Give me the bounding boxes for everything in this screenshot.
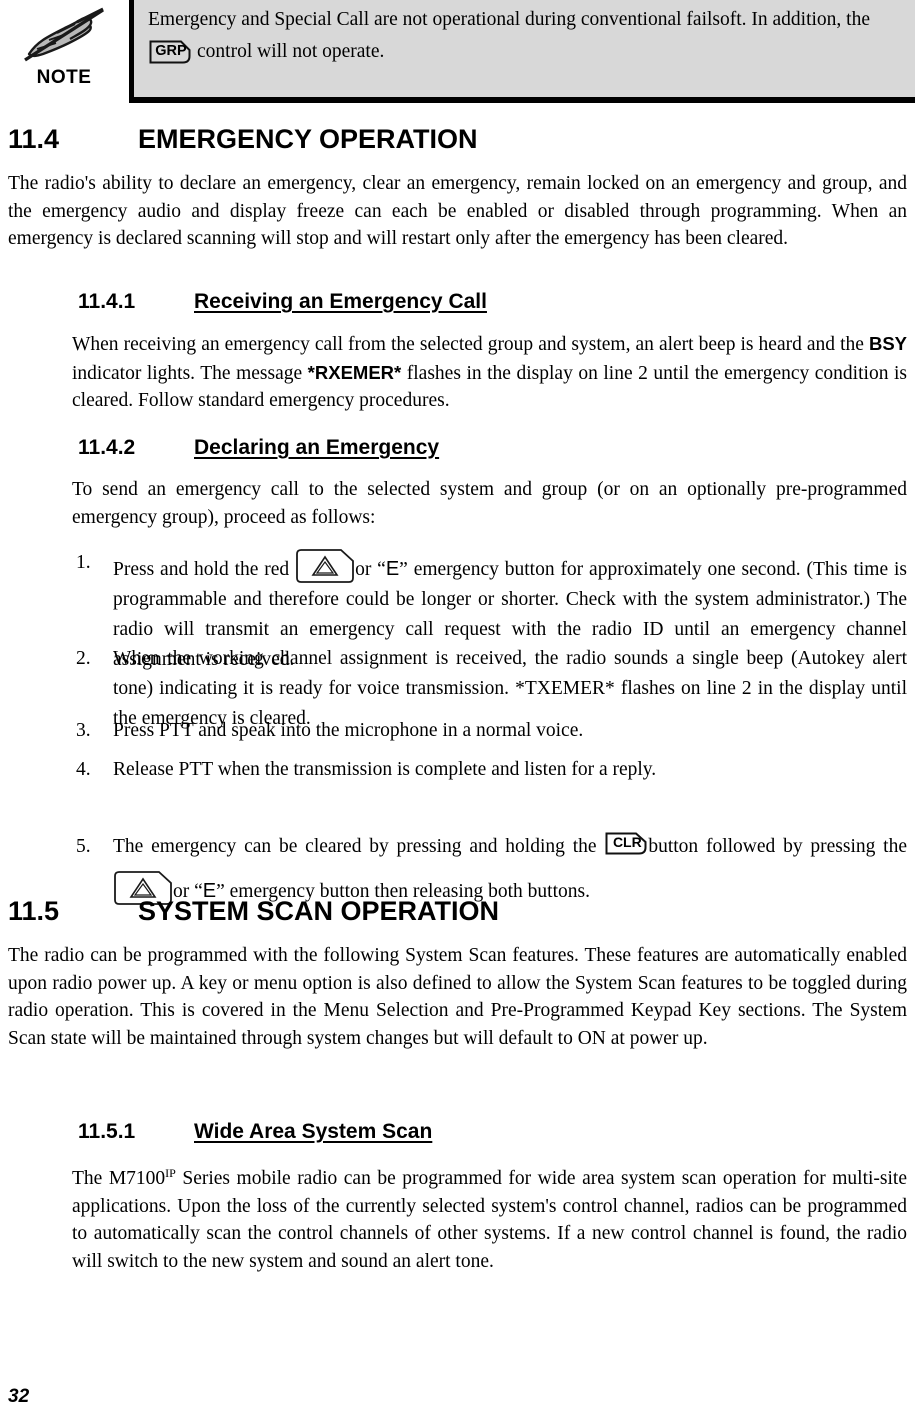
heading-11-5-1: 11.5.1 Wide Area System Scan [78, 1120, 432, 1144]
step1-e-label: E [385, 558, 400, 580]
step5-part1: The emergency can be cleared by pressing… [113, 836, 597, 857]
list-item-number: 3. [76, 720, 91, 741]
p1151-superscript-ip: IP [165, 1166, 176, 1180]
heading-11-4-1: 11.4.1 Receiving an Emergency Call [78, 290, 487, 314]
step5-part2: button followed by pressing the [648, 836, 908, 857]
note-text-line1: Emergency and Special Call are not opera… [148, 9, 871, 30]
step1-part1: Press and hold the red [113, 559, 290, 580]
list-item-text: Press PTT and speak into the microphone … [113, 720, 584, 741]
note-text-line2: GRP control will not operate. [134, 30, 915, 65]
paragraph-11-4-1: When receiving an emergency call from th… [72, 330, 907, 415]
paragraph-11-4: The radio's ability to declare an emerge… [8, 173, 907, 249]
heading-11-5: 11.5 SYSTEM SCAN OPERATION [8, 896, 499, 927]
heading-11-4-title: EMERGENCY OPERATION [138, 124, 478, 154]
p1141-bold-rxemer: *RXEMER* [307, 361, 402, 383]
list-item-number: 2. [76, 648, 91, 669]
list-item: 3. Press PTT and speak into the micropho… [0, 716, 907, 746]
p1141-part1: When receiving an emergency call from th… [72, 334, 864, 355]
note-bottom-rule [129, 97, 915, 103]
hand-writing-crossed-out-icon [12, 6, 116, 66]
p1141-part2: indicator lights. The message [72, 362, 303, 384]
note-body: Emergency and Special Call are not opera… [129, 0, 915, 97]
heading-11-4-1-title: Receiving an Emergency Call [194, 290, 487, 313]
list-item-number: 4. [76, 759, 91, 780]
grp-key-icon: GRP [148, 39, 192, 65]
heading-11-4: 11.4 EMERGENCY OPERATION [8, 124, 478, 155]
note-text-after-key: control will not operate. [197, 40, 385, 62]
p1151-part2: Series mobile radio can be programmed fo… [72, 1168, 908, 1272]
list-item: 4. Release PTT when the transmission is … [0, 755, 907, 785]
page-number: 32 [8, 1386, 30, 1407]
heading-11-4-number: 11.4 [8, 124, 60, 154]
p1141-bold-bsy: BSY [868, 333, 907, 354]
heading-11-5-1-title: Wide Area System Scan [194, 1120, 433, 1143]
note-icon-column: NOTE [12, 6, 116, 89]
heading-11-4-2-number: 11.4.2 [78, 436, 136, 459]
paragraph-11-4-2-intro: To send an emergency call to the selecte… [72, 479, 907, 528]
heading-11-4-1-number: 11.4.1 [78, 290, 136, 313]
paragraph-11-5-1: The M7100IP Series mobile radio can be p… [72, 1160, 907, 1275]
clr-key-label: CLR [612, 833, 642, 850]
heading-11-4-2-title: Declaring an Emergency [194, 436, 440, 459]
heading-11-4-2: 11.4.2 Declaring an Emergency [78, 436, 439, 460]
step1-part2: or “ [355, 559, 386, 580]
document-page: { "note": { "label": "NOTE", "icon": "ha… [0, 0, 915, 1420]
heading-11-5-1-number: 11.5.1 [78, 1120, 136, 1143]
list-item-number: 1. [76, 552, 91, 573]
list-item-number: 5. [76, 836, 91, 857]
list-item-text: Release PTT when the transmission is com… [113, 759, 657, 780]
grp-key-label: GRP [155, 43, 187, 60]
heading-11-5-number: 11.5 [8, 896, 60, 926]
paragraph-11-5: The radio can be programmed with the fol… [8, 945, 907, 1049]
heading-11-5-title: SYSTEM SCAN OPERATION [138, 896, 500, 926]
clr-key-icon: CLR [604, 829, 648, 855]
emergency-triangle-icon [295, 548, 355, 584]
note-label: NOTE [36, 67, 92, 88]
p1151-part1: The M7100 [72, 1168, 166, 1189]
note-callout: NOTE Emergency and Special Call are not … [0, 0, 915, 104]
